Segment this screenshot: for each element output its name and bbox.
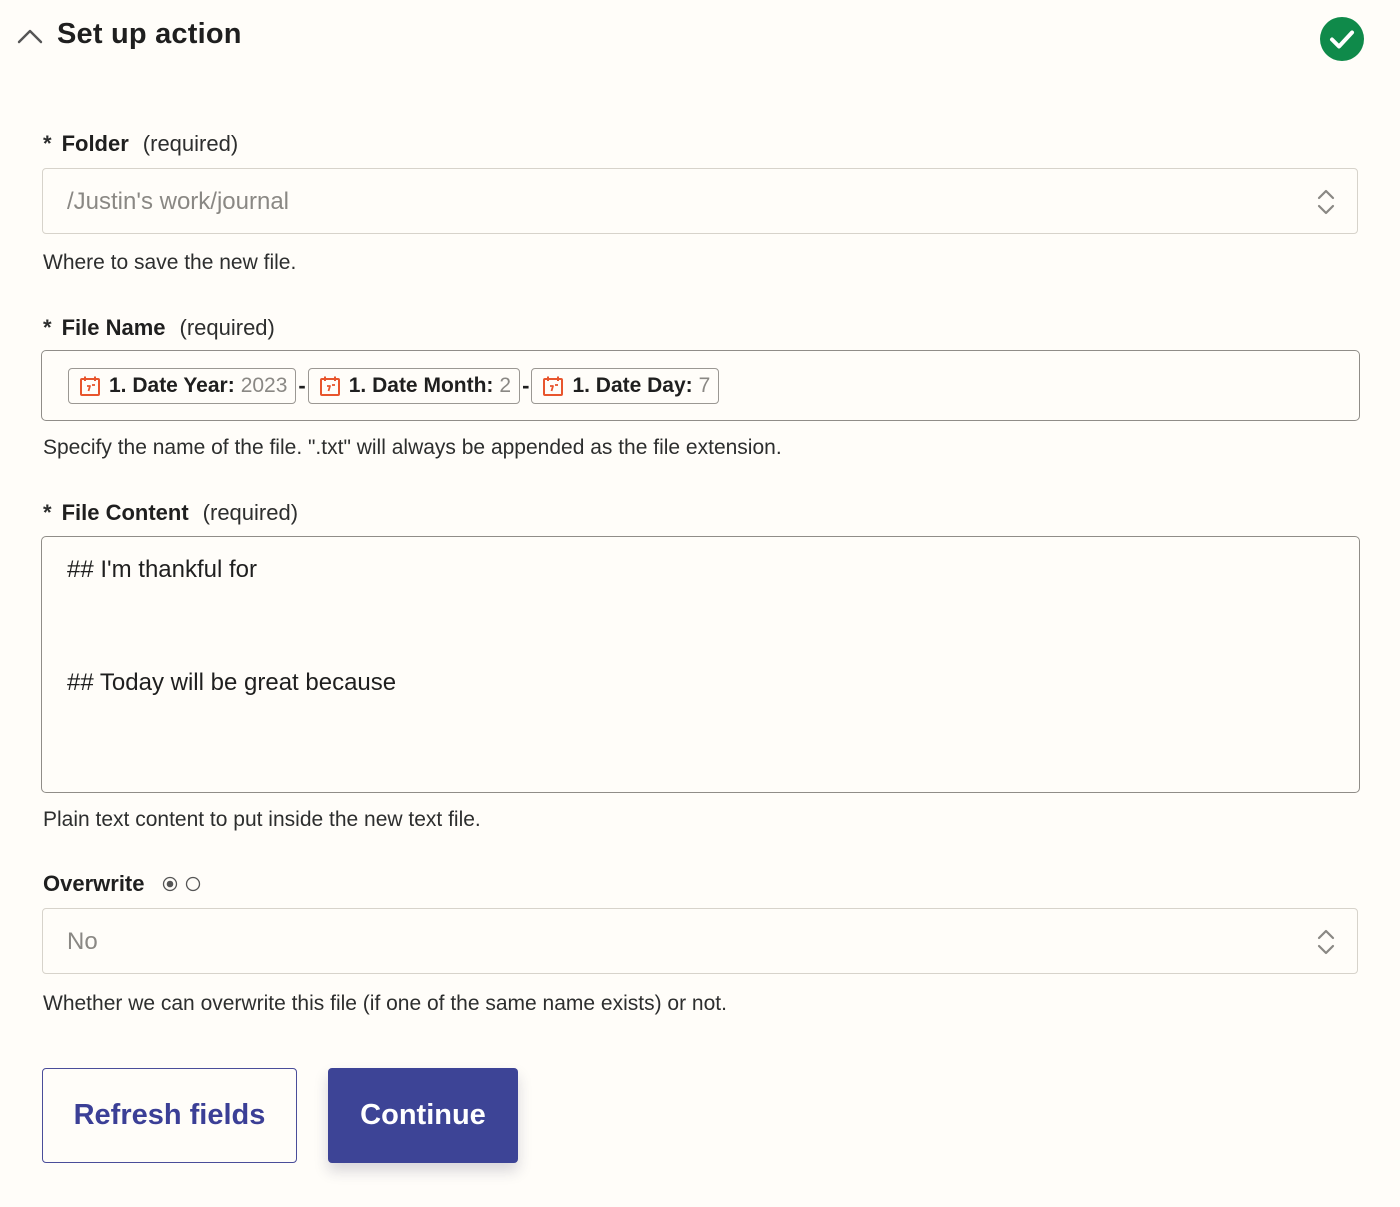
up-down-chevron-icon <box>1317 189 1335 215</box>
pill-value: 7 <box>698 374 711 397</box>
chevron-up-icon[interactable] <box>16 25 44 47</box>
section-header[interactable]: Set up action <box>0 0 1400 78</box>
required-tag: (required) <box>142 131 239 156</box>
date-month-pill[interactable]: 1. Date Month: 2 <box>307 368 521 404</box>
file-content-label-text: File Content <box>61 500 189 525</box>
required-asterisk: * <box>43 315 52 340</box>
overwrite-select[interactable]: No <box>42 908 1358 974</box>
refresh-fields-button[interactable]: Refresh fields <box>42 1068 297 1163</box>
content-line: ## I'm thankful for <box>67 556 258 583</box>
file-name-label: * File Name (required) <box>43 314 275 342</box>
required-asterisk: * <box>43 131 52 156</box>
calendar-icon <box>80 376 100 396</box>
radio-selected-icon[interactable] <box>162 876 178 892</box>
pill-key: 1. Date Month: <box>348 374 494 397</box>
pill-value: 2 <box>499 374 512 397</box>
required-tag: (required) <box>202 500 299 525</box>
date-day-pill[interactable]: 1. Date Day: 7 <box>531 368 720 404</box>
required-tag: (required) <box>179 315 275 340</box>
setup-action-panel: Set up action * Folder (required) /Justin'… <box>0 0 1400 1207</box>
calendar-icon <box>319 376 340 396</box>
content-line: ## Today will be great because <box>67 669 397 696</box>
overwrite-label: Overwrite <box>43 871 145 896</box>
file-name-input[interactable]: 1. Date Year:2023 - 1. Date Month:2 - <box>41 350 1360 421</box>
file-name-help-text: Specify the name of the file. ".txt" wil… <box>43 436 782 459</box>
pill-key: 1. Date Day: <box>572 374 693 397</box>
folder-label-text: Folder <box>61 131 129 156</box>
file-name-label-text: File Name <box>61 315 166 340</box>
radio-unselected-icon[interactable] <box>185 876 201 892</box>
folder-help-text: Where to save the new file. <box>43 251 297 274</box>
pill-key: 1. Date Year: <box>109 374 235 397</box>
folder-select[interactable]: /Justin's work/journal <box>42 168 1358 234</box>
file-content-label: * File Content (required) <box>43 499 298 527</box>
separator-dash: - <box>298 373 306 398</box>
overwrite-help-text: Whether we can overwrite this file (if o… <box>43 992 727 1015</box>
up-down-chevron-icon <box>1317 929 1335 955</box>
continue-button[interactable]: Continue <box>328 1068 518 1163</box>
file-content-help-text: Plain text content to put inside the new… <box>43 808 481 831</box>
file-content-textarea[interactable]: ## I'm thankful for ## Today will be gre… <box>41 536 1360 793</box>
separator-dash: - <box>522 373 530 398</box>
calendar-icon <box>543 376 564 396</box>
folder-label: * Folder (required) <box>43 130 238 158</box>
date-year-pill[interactable]: 1. Date Year: 2023 <box>68 368 297 404</box>
file-name-pills: 1. Date Year:2023 - 1. Date Month:2 - <box>68 367 720 405</box>
folder-select-value: /Justin's work/journal <box>67 188 289 215</box>
overwrite-select-value: No <box>67 928 98 955</box>
check-circle-icon <box>1320 17 1364 61</box>
section-title: Set up action <box>57 18 242 50</box>
required-asterisk: * <box>43 500 52 525</box>
pill-value: 2023 <box>240 374 288 397</box>
